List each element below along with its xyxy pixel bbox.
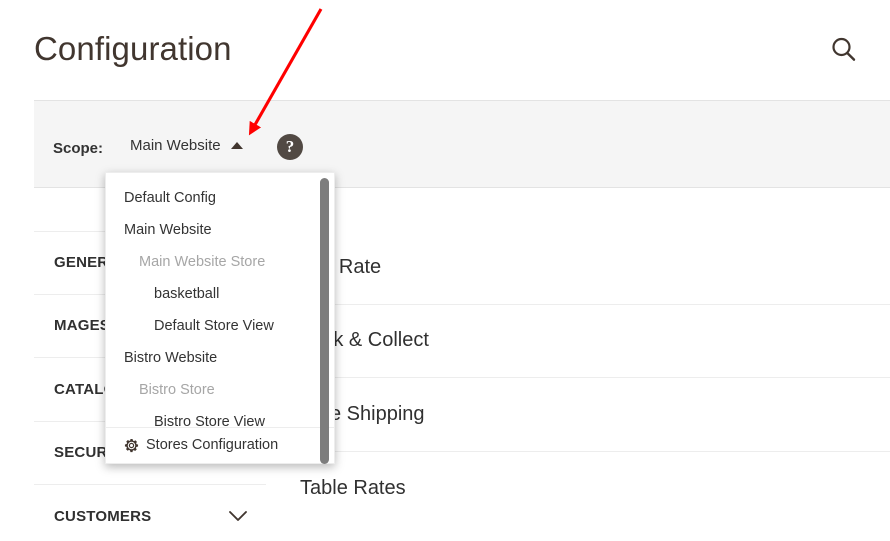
scope-dropdown-item-bistro-website[interactable]: Bistro Website [106, 342, 334, 374]
scope-dropdown-scrollbar[interactable] [320, 175, 332, 464]
configuration-page: Configuration Scope: Main Website ? Defa… [0, 0, 890, 541]
scope-dropdown-item-label: Default Store View [154, 318, 274, 334]
scope-dropdown-item-label: Bistro Store [139, 382, 215, 398]
scope-dropdown-list: Default Config Main Website Main Website… [106, 173, 334, 443]
page-title: Configuration [34, 30, 232, 67]
scope-dropdown-item-label: basketball [154, 286, 220, 302]
config-content-panel: Flat Rate Click & Collect Free Shipping … [266, 231, 890, 525]
scope-switcher[interactable]: Main Website [130, 137, 243, 154]
scope-dropdown[interactable]: Default Config Main Website Main Website… [105, 172, 335, 464]
content-section-free-shipping[interactable]: Free Shipping [266, 378, 890, 452]
gear-icon [124, 438, 139, 452]
scope-dropdown-item-main-website[interactable]: Main Website [106, 214, 334, 246]
content-section-click-and-collect[interactable]: Click & Collect [266, 304, 890, 378]
scope-dropdown-scroll-thumb[interactable] [320, 178, 329, 464]
scope-dropdown-item-bistro-store: Bistro Store [106, 374, 334, 406]
scope-dropdown-item-label: Main Website [124, 222, 212, 238]
sidebar-item-customers[interactable]: CUSTOMERS [34, 485, 266, 541]
content-section-table-rates[interactable]: Table Rates [266, 451, 890, 525]
page-header: Configuration [0, 0, 890, 100]
scope-dropdown-item-label: Main Website Store [139, 254, 266, 270]
stores-configuration-label: Stores Configuration [146, 437, 279, 453]
search-icon[interactable] [824, 30, 864, 70]
scope-selected-value: Main Website [130, 137, 221, 154]
caret-up-icon [230, 141, 243, 149]
chevron-down-icon [229, 511, 247, 522]
scope-help-icon[interactable]: ? [277, 134, 303, 160]
stores-configuration-link[interactable]: Stores Configuration [106, 427, 334, 463]
sidebar-item-label: CUSTOMERS [54, 507, 152, 525]
scope-dropdown-item-label: Default Config [124, 190, 216, 206]
question-mark-glyph: ? [285, 137, 295, 156]
scope-label: Scope: [53, 140, 104, 157]
content-section-title: Table Rates [300, 476, 406, 499]
scope-dropdown-item-basketball[interactable]: basketball [106, 278, 334, 310]
scope-dropdown-item-default-store-view[interactable]: Default Store View [106, 310, 334, 342]
scope-dropdown-item-default-config[interactable]: Default Config [106, 182, 334, 214]
scope-dropdown-item-main-website-store: Main Website Store [106, 246, 334, 278]
scope-dropdown-item-label: Bistro Website [124, 350, 218, 366]
content-section-flat-rate[interactable]: Flat Rate [266, 231, 890, 305]
